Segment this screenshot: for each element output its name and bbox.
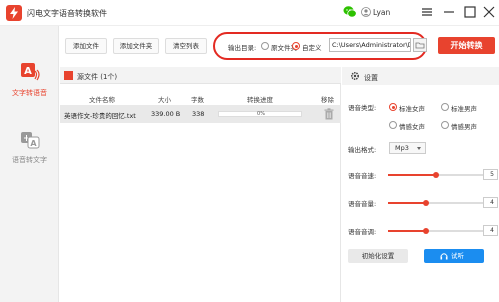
preview-listen-label: 试听: [451, 252, 464, 260]
trash-icon[interactable]: [324, 108, 334, 120]
pitch-slider[interactable]: [388, 227, 483, 234]
speed-label: 语音音速:: [348, 172, 377, 180]
add-file-button[interactable]: 添加文件: [65, 38, 107, 54]
slider-thumb[interactable]: [423, 227, 429, 234]
slider-fill: [388, 230, 426, 232]
speed-slider[interactable]: [388, 171, 483, 178]
app-logo-icon: [6, 5, 22, 21]
radio-voice-emotional-female[interactable]: [389, 121, 397, 129]
svg-text:A: A: [30, 139, 37, 148]
radio-voice-emotional-male[interactable]: [441, 121, 449, 129]
voice-type-label: 语音类型:: [348, 104, 377, 112]
settings-title: 设置: [364, 74, 378, 82]
preview-listen-button[interactable]: 试听: [424, 249, 484, 263]
folder-icon: [415, 42, 425, 49]
file-list-panel: 源文件 (1个) 文件名称 大小 字数 转换进度 移除 英语作文-珍贵的回忆.t…: [60, 67, 341, 302]
wechat-icon[interactable]: [343, 5, 357, 19]
volume-label: 语音音量:: [348, 200, 377, 208]
settings-panel: 设置 语音类型: 标准女声 标准男声 情感女声 情感男声 输出格式: Mp3 语…: [342, 67, 499, 302]
headphone-icon: [440, 253, 448, 260]
start-convert-button[interactable]: 开始转换: [438, 37, 495, 54]
output-path-input[interactable]: C:\Users\Administrator\De: [329, 38, 411, 52]
column-header-size: 大小: [158, 96, 171, 104]
output-directory-label: 输出目录:: [228, 44, 257, 52]
voice-option-label[interactable]: 标准女声: [399, 103, 425, 113]
sidebar-item-label: 文字转语音: [12, 89, 47, 97]
maximize-icon[interactable]: [462, 4, 478, 20]
browse-folder-button[interactable]: [413, 38, 427, 52]
pitch-label: 语音音调:: [348, 228, 377, 236]
sidebar-item-label: 语音转文字: [12, 156, 47, 164]
voice-option-label[interactable]: 情感女声: [399, 121, 425, 131]
column-header-words: 字数: [191, 96, 204, 104]
file-size-cell: 339.00 B: [151, 110, 181, 118]
minimize-icon[interactable]: [441, 4, 457, 20]
sidebar-item-speech-to-text[interactable]: A 语音转文字: [0, 123, 59, 175]
format-select[interactable]: Mp3: [389, 142, 426, 154]
radio-custom-folder[interactable]: [292, 42, 300, 50]
conversion-progress-bar: 0%: [218, 111, 302, 117]
title-bar: 闪电文字语音转换软件 Lyan: [0, 0, 499, 26]
progress-text: 0%: [257, 111, 265, 117]
menu-icon[interactable]: [419, 4, 435, 20]
file-list-title: 源文件 (1个): [77, 73, 118, 81]
svg-text:A: A: [24, 66, 32, 77]
reset-settings-button[interactable]: 初始化设置: [348, 249, 408, 263]
format-label: 输出格式:: [348, 146, 377, 154]
voice-option-label[interactable]: 情感男声: [451, 121, 477, 131]
clear-list-button[interactable]: 清空列表: [165, 38, 207, 54]
slider-fill: [388, 174, 436, 176]
text-to-speech-icon: A: [21, 63, 40, 81]
slider-fill: [388, 202, 426, 204]
radio-voice-standard-female[interactable]: [389, 103, 397, 111]
table-row[interactable]: 英语作文-珍贵的回忆.txt 339.00 B 338 0%: [60, 105, 341, 123]
slider-thumb[interactable]: [423, 199, 429, 206]
voice-option-label[interactable]: 标准男声: [451, 103, 477, 113]
column-header-progress: 转换进度: [247, 96, 273, 104]
close-icon[interactable]: [481, 4, 497, 20]
format-select-value: Mp3: [395, 144, 409, 152]
slider-thumb[interactable]: [432, 171, 439, 178]
file-list-header: 源文件 (1个): [60, 67, 341, 84]
user-name[interactable]: Lyan: [373, 8, 390, 17]
source-file-icon: [64, 71, 73, 80]
volume-slider[interactable]: [388, 199, 483, 206]
speed-value-input[interactable]: 5: [483, 169, 498, 180]
column-header-filename: 文件名称: [89, 96, 115, 104]
speech-to-text-icon: A: [21, 132, 40, 149]
sidebar-item-text-to-speech[interactable]: A 文字转语音: [0, 56, 59, 108]
user-icon: [361, 7, 371, 17]
radio-voice-standard-male[interactable]: [441, 103, 449, 111]
settings-header: 设置: [342, 67, 499, 85]
file-words-cell: 338: [192, 110, 205, 118]
radio-custom-folder-label[interactable]: 自定义: [302, 42, 322, 52]
chevron-down-icon: [417, 147, 421, 150]
file-name-cell: 英语作文-珍贵的回忆.txt: [64, 112, 136, 120]
app-title: 闪电文字语音转换软件: [27, 9, 107, 18]
add-folder-button[interactable]: 添加文件夹: [113, 38, 159, 54]
gear-icon: [350, 71, 360, 81]
sidebar: A 文字转语音 A 语音转文字: [0, 26, 59, 302]
radio-source-folder[interactable]: [261, 42, 269, 50]
pitch-value-input[interactable]: 4: [483, 225, 498, 236]
column-header-remove: 移除: [321, 96, 334, 104]
volume-value-input[interactable]: 4: [483, 197, 498, 208]
